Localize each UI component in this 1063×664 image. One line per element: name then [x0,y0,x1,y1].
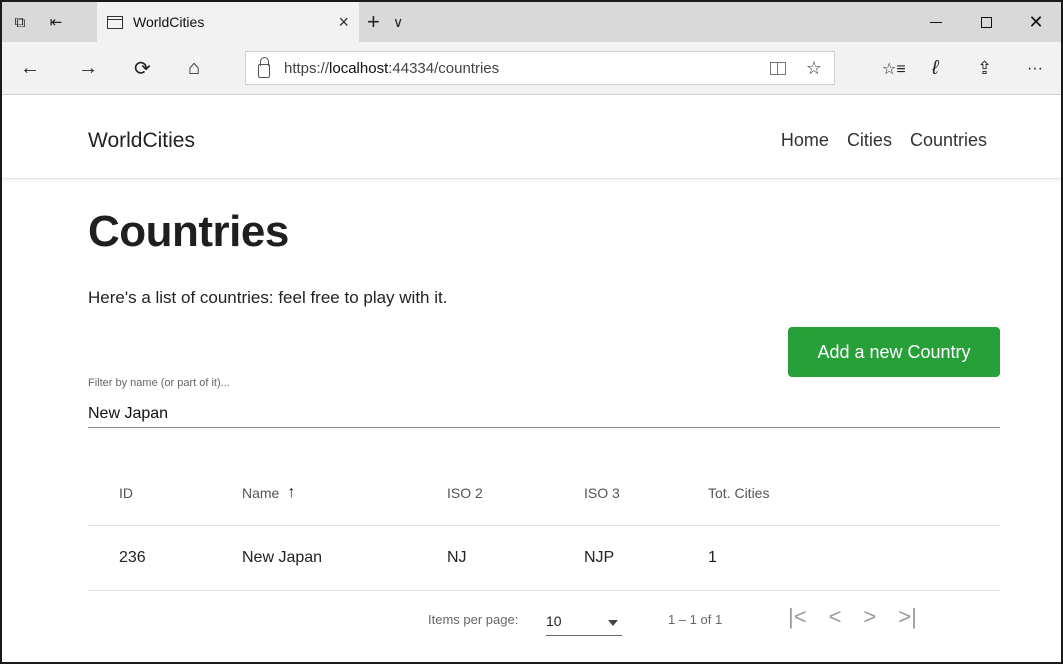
new-tab-icon[interactable]: + [367,2,380,42]
browser-tab[interactable]: WorldCities × [97,2,359,42]
tab-list-chevron-icon[interactable]: ∨ [393,2,403,42]
more-icon[interactable]: ··· [1027,42,1043,95]
refresh-icon[interactable]: ⟳ [134,42,151,95]
forward-icon[interactable]: → [78,42,98,95]
paginator: Items per page: 10 1 – 1 of 1 |< < > >| [88,590,1000,656]
tab-strip: ⧉ ⇤ WorldCities × + ∨ ✕ [2,2,1061,42]
cell-iso3: NJP [584,549,615,566]
column-header-name[interactable]: Name ↑ [242,461,295,525]
home-icon[interactable]: ⌂ [188,42,200,95]
table-header-row: ID Name ↑ ISO 2 ISO 3 Tot. Cities [88,461,1000,526]
reading-view-icon[interactable] [769,61,786,75]
close-tab-icon[interactable]: × [338,12,349,33]
column-header-iso3[interactable]: ISO 3 [584,461,620,525]
page-subtitle: Here's a list of countries: feel free to… [88,288,448,307]
minimize-button[interactable] [911,2,961,42]
countries-table: ID Name ↑ ISO 2 ISO 3 Tot. Cities 236 Ne… [88,461,1000,591]
address-bar[interactable]: https://localhost:44334/countries ☆ [245,51,835,85]
column-header-iso2[interactable]: ISO 2 [447,461,483,525]
maximize-icon [980,16,992,28]
cell-iso2: NJ [447,549,467,566]
minimize-icon [930,21,942,23]
maximize-button[interactable] [961,2,1011,42]
url-host: localhost [329,59,389,77]
lock-icon [258,57,270,78]
nav-countries-link[interactable]: Countries [910,130,987,151]
next-page-icon[interactable]: > [863,604,876,630]
window-controls: ✕ [911,2,1061,42]
nav-home-link[interactable]: Home [781,130,829,151]
nav-cities-link[interactable]: Cities [847,130,892,151]
cell-id: 236 [119,549,146,566]
dropdown-arrow-icon [608,620,618,626]
column-header-id[interactable]: ID [119,461,133,525]
address-toolbar: ← → ⟳ ⌂ https://localhost:44334/countrie… [2,42,1061,95]
country-name-link[interactable]: New Japan [242,526,322,590]
favorites-hub-icon[interactable]: ☆≡ [882,42,906,95]
items-per-page-label: Items per page: [428,612,519,627]
column-header-tot-cities[interactable]: Tot. Cities [708,461,769,525]
first-page-icon[interactable]: |< [788,604,807,630]
share-icon[interactable]: ⇪ [977,42,992,95]
add-country-button[interactable]: Add a new Country [788,327,1000,377]
browser-window: ⧉ ⇤ WorldCities × + ∨ ✕ ← → ⟳ ⌂ https://… [0,0,1063,664]
brand-link[interactable]: WorldCities [88,129,195,153]
cell-tot-cities: 1 [708,549,717,566]
tab-preview-icon[interactable]: ⧉ [2,2,38,42]
url-scheme: https:// [284,59,330,77]
table-row: 236 New Japan NJ NJP 1 [88,526,1000,591]
filter-input[interactable] [88,401,1000,428]
table-body: 236 New Japan NJ NJP 1 [88,526,1000,591]
filter-label: Filter by name (or part of it)... [88,377,230,389]
sort-ascending-icon: ↑ [287,484,296,501]
set-tabs-aside-icon[interactable]: ⇤ [38,2,74,42]
back-icon[interactable]: ← [20,42,40,95]
url-path: :44334/countries [388,59,500,77]
page-title: Countries [88,207,289,256]
nav-links: Home Cities Countries [781,130,987,151]
items-per-page-select[interactable]: 10 [546,608,622,636]
tab-title: WorldCities [133,14,205,30]
address-actions: ☆ [769,52,822,84]
items-per-page-value: 10 [546,613,562,629]
previous-page-icon[interactable]: < [829,604,842,630]
page-nav-buttons: |< < > >| [788,604,917,630]
web-notes-icon[interactable]: ℓ [932,42,938,95]
close-window-button[interactable]: ✕ [1011,2,1061,42]
column-header-name-label: Name [242,485,280,501]
web-page: WorldCities Home Cities Countries Countr… [2,95,1061,662]
page-icon [107,15,123,29]
favorite-star-icon[interactable]: ☆ [806,58,822,79]
app-navbar: WorldCities Home Cities Countries [2,95,1061,179]
page-range-label: 1 – 1 of 1 [668,612,723,627]
last-page-icon[interactable]: >| [898,604,917,630]
